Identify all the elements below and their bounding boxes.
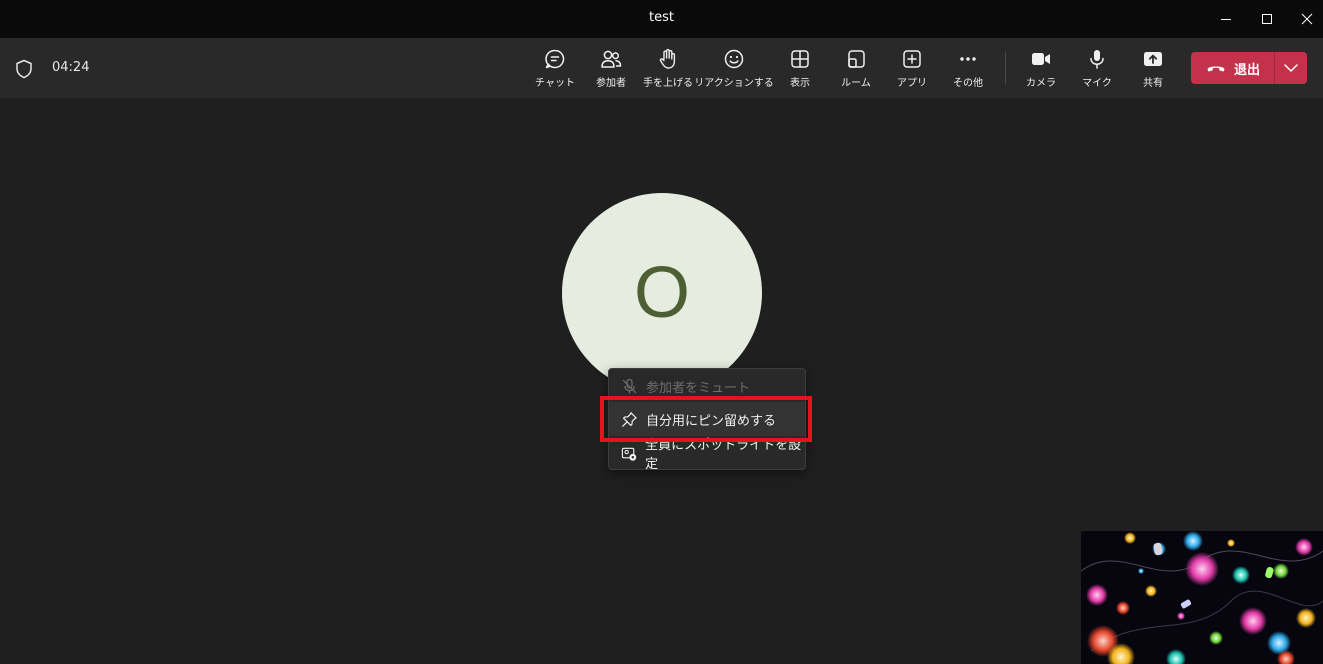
mic-button[interactable]: マイク xyxy=(1075,48,1119,92)
mic-icon xyxy=(1090,50,1104,69)
participants-button[interactable]: 参加者 xyxy=(589,48,633,92)
chat-button[interactable]: チャット xyxy=(533,48,577,92)
rooms-icon xyxy=(848,50,865,68)
camera-button[interactable]: カメラ xyxy=(1019,48,1063,92)
pin-for-me-label: 自分用にピン留めする xyxy=(646,413,777,429)
participants-label: 参加者 xyxy=(596,78,626,89)
more-icon xyxy=(960,57,976,61)
share-button[interactable]: 共有 xyxy=(1131,48,1175,92)
leave-button-group: 退出 xyxy=(1191,52,1307,84)
camera-icon xyxy=(1032,53,1050,65)
minimize-button[interactable] xyxy=(1203,0,1249,38)
mute-participant-label: 参加者をミュート xyxy=(646,380,751,396)
hand-icon xyxy=(659,49,676,69)
mic-label: マイク xyxy=(1082,78,1112,89)
apps-label: アプリ xyxy=(897,78,927,89)
rooms-label: ルーム xyxy=(841,78,871,89)
toolbar-divider xyxy=(1005,52,1006,84)
mute-participant-menu-item[interactable]: 参加者をミュート xyxy=(609,369,805,403)
share-label: 共有 xyxy=(1143,78,1163,89)
participant-context-menu: 参加者をミュート 自分用にピン留めする 全員にスポットライトを設定 xyxy=(608,368,806,472)
grid-view-icon xyxy=(791,50,809,68)
avatar-initial: O xyxy=(633,253,690,333)
smile-icon xyxy=(724,49,744,69)
spotlight-icon xyxy=(621,447,637,461)
camera-label: カメラ xyxy=(1026,78,1056,89)
minimize-icon xyxy=(1221,19,1231,20)
people-icon xyxy=(601,50,622,68)
view-label: 表示 xyxy=(790,78,810,89)
reactions-label: リアクションする xyxy=(694,78,774,89)
more-label: その他 xyxy=(953,78,983,89)
shield-icon[interactable] xyxy=(15,59,33,79)
window-title: test xyxy=(649,10,674,25)
chevron-down-icon xyxy=(1284,64,1298,72)
raise-hand-label: 手を上げる xyxy=(643,78,693,89)
rooms-button[interactable]: ルーム xyxy=(834,48,878,92)
leave-button[interactable]: 退出 xyxy=(1191,52,1274,84)
self-view-video[interactable] xyxy=(1081,531,1323,664)
chat-icon xyxy=(545,49,565,69)
spotlight-everyone-label: 全員にスポットライトを設定 xyxy=(645,438,802,472)
meeting-timer: 04:24 xyxy=(52,60,90,75)
raise-hand-button[interactable]: 手を上げる xyxy=(643,48,693,92)
pin-icon xyxy=(622,411,637,427)
close-icon xyxy=(1301,13,1313,25)
hang-up-icon xyxy=(1207,66,1225,72)
reactions-button[interactable]: リアクションする xyxy=(694,48,774,92)
bokeh-background-image xyxy=(1081,531,1323,664)
pin-for-me-menu-item[interactable]: 自分用にピン留めする xyxy=(609,402,805,436)
meeting-toolbar: 04:24 チャット 参加者 手を上げる リアクションする 表示 ルーム アプリ… xyxy=(0,38,1323,99)
view-button[interactable]: 表示 xyxy=(778,48,822,92)
participant-avatar[interactable]: O xyxy=(562,193,762,393)
title-bar: test xyxy=(0,0,1323,38)
add-app-icon xyxy=(903,50,921,68)
apps-button[interactable]: アプリ xyxy=(890,48,934,92)
leave-label: 退出 xyxy=(1234,62,1261,78)
close-button[interactable] xyxy=(1284,0,1323,38)
maximize-icon xyxy=(1262,14,1272,24)
spotlight-everyone-menu-item[interactable]: 全員にスポットライトを設定 xyxy=(609,436,805,472)
mic-off-icon xyxy=(622,378,637,393)
leave-options-dropdown[interactable] xyxy=(1275,52,1307,84)
more-button[interactable]: その他 xyxy=(946,48,990,92)
chat-label: チャット xyxy=(535,78,575,89)
share-icon xyxy=(1144,52,1162,66)
